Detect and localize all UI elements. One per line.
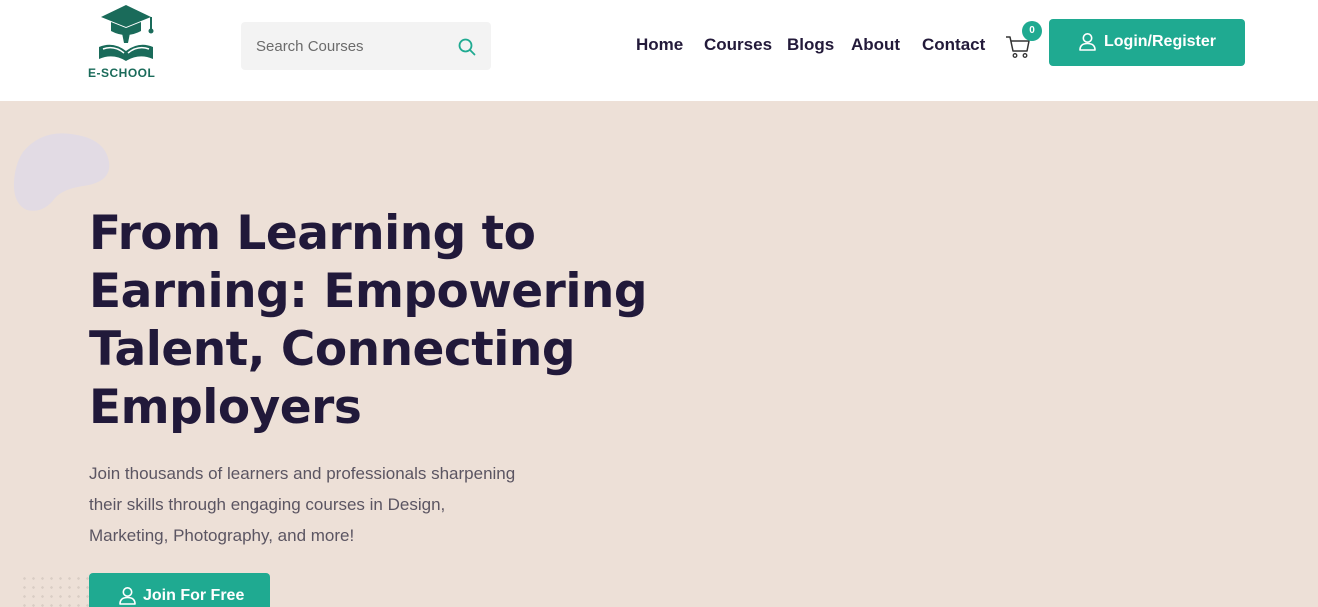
hero-section: From Learning to Earning: Empowering Tal…	[0, 101, 1318, 607]
hero-description-line: their skills through engaging courses in…	[89, 495, 446, 514]
hero-title-line: From Learning to	[89, 206, 536, 261]
logo-text: E-SCHOOL	[88, 66, 156, 80]
join-for-free-button[interactable]: Join For Free	[89, 573, 270, 607]
hero-title-line: Employers	[89, 380, 362, 435]
login-register-button[interactable]: Login/Register	[1049, 19, 1245, 66]
login-register-label: Login/Register	[1104, 33, 1217, 50]
join-for-free-label: Join For Free	[143, 587, 245, 604]
search-input[interactable]	[241, 22, 451, 70]
nav-contact[interactable]: Contact	[922, 35, 985, 55]
nav-about[interactable]: About	[851, 35, 900, 55]
user-icon	[119, 587, 136, 605]
hero-title: From Learning to Earning: Empowering Tal…	[89, 205, 649, 437]
hero-title-line: Talent, Connecting	[89, 322, 575, 377]
search-icon[interactable]	[457, 37, 477, 57]
hero-title-line: Earning: Empowering	[89, 264, 648, 319]
hero-description-line: Join thousands of learners and professio…	[89, 464, 516, 483]
cart-count-badge: 0	[1022, 21, 1042, 41]
decorative-dots	[20, 574, 90, 607]
nav-blogs[interactable]: Blogs	[787, 35, 834, 55]
site-header: E-SCHOOL Home Courses Blogs About Contac…	[0, 0, 1318, 101]
decorative-blob	[13, 133, 110, 211]
graduation-cap-book-icon	[99, 5, 154, 61]
hero-description: Join thousands of learners and professio…	[89, 458, 549, 551]
hero-description-line: Marketing, Photography, and more!	[89, 526, 355, 545]
search-box	[241, 22, 491, 70]
nav-home[interactable]: Home	[636, 35, 683, 55]
user-icon	[1079, 33, 1096, 51]
nav-courses[interactable]: Courses	[704, 35, 772, 55]
logo[interactable]: E-SCHOOL	[86, 3, 166, 81]
